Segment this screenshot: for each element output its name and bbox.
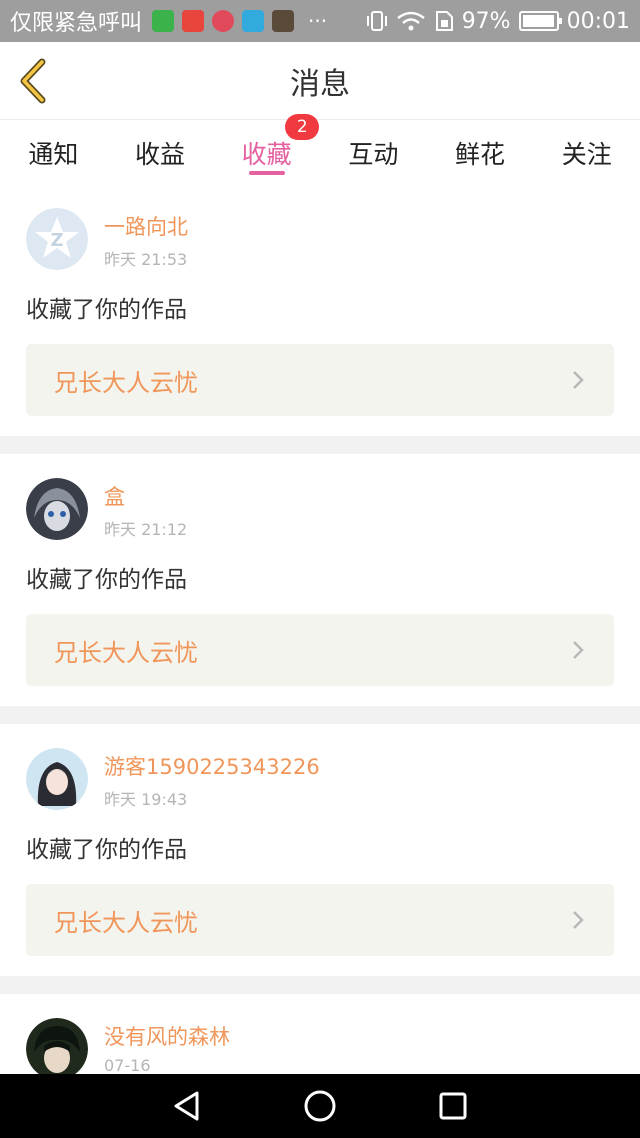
page-title: 消息 — [290, 66, 350, 102]
chevron-right-icon — [573, 911, 584, 929]
work-link[interactable]: 兄长大人云忧 — [26, 884, 614, 956]
user-name[interactable]: 没有风的森林 — [104, 1024, 230, 1050]
tab-label: 收藏 — [241, 140, 292, 169]
message-time: 昨天 21:12 — [104, 520, 188, 539]
user-name[interactable]: 盒 — [104, 484, 187, 510]
back-triangle-icon[interactable] — [167, 1086, 207, 1126]
back-button[interactable] — [14, 56, 54, 106]
ting-icon — [182, 10, 205, 32]
sim-icon — [435, 11, 453, 31]
vibrate-icon — [366, 11, 387, 31]
default-avatar-icon[interactable]: Z — [26, 208, 88, 270]
message-action: 收藏了你的作品 — [26, 837, 187, 863]
tab-bar: 通知 收益 收藏 2 互动 鲜花 关注 — [0, 114, 640, 183]
tab-label: 鲜花 — [455, 140, 506, 169]
work-title: 兄长大人云忧 — [54, 908, 198, 937]
separator — [0, 976, 640, 994]
notification-icons — [152, 10, 295, 32]
wechat-pay-icon — [152, 10, 175, 32]
wifi-icon — [396, 11, 425, 31]
work-title: 兄长大人云忧 — [54, 368, 198, 397]
recents-square-icon[interactable] — [433, 1086, 473, 1126]
message-card: 游客1590225343226 昨天 19:43 收藏了你的作品 兄长大人云忧 — [0, 724, 640, 976]
active-tab-indicator — [248, 171, 285, 175]
chevron-left-icon — [20, 58, 46, 104]
tab-notify[interactable]: 通知 — [0, 121, 107, 183]
live-icon — [212, 10, 235, 32]
clock: 00:01 — [566, 8, 630, 34]
message-card: 没有风的森林 07-16 — [0, 994, 640, 1074]
svg-text:Z: Z — [50, 230, 63, 251]
battery-icon — [518, 11, 562, 31]
home-circle-icon[interactable] — [300, 1086, 340, 1126]
nav-header: 消息 — [0, 42, 640, 120]
photo-icon — [272, 10, 295, 32]
chevron-right-icon — [573, 641, 584, 659]
user-name[interactable]: 游客1590225343226 — [104, 754, 320, 780]
overflow-dots: ··· — [308, 9, 328, 33]
user-name[interactable]: 一路向北 — [104, 214, 188, 240]
battery-percent: 97% — [461, 8, 511, 34]
tab-follow[interactable]: 关注 — [533, 121, 640, 183]
tab-favorites[interactable]: 收藏 2 — [213, 114, 320, 183]
tab-interact[interactable]: 互动 — [320, 121, 427, 183]
anime-avatar[interactable] — [26, 478, 88, 540]
system-nav-bar — [0, 1074, 640, 1138]
video-icon — [242, 10, 265, 32]
tab-label: 互动 — [348, 140, 399, 169]
message-action: 收藏了你的作品 — [26, 567, 187, 593]
message-time: 昨天 19:43 — [104, 790, 188, 809]
message-time: 07-16 — [104, 1056, 151, 1074]
work-link[interactable]: 兄长大人云忧 — [26, 344, 614, 416]
chevron-right-icon — [573, 371, 584, 389]
carrier-text: 仅限紧急呼叫 — [10, 11, 143, 36]
boy-avatar[interactable] — [26, 1018, 88, 1074]
separator — [0, 706, 640, 724]
unread-badge: 2 — [285, 114, 320, 140]
tab-flowers[interactable]: 鲜花 — [427, 121, 534, 183]
tab-label: 收益 — [135, 140, 186, 169]
work-link[interactable]: 兄长大人云忧 — [26, 614, 614, 686]
work-title: 兄长大人云忧 — [54, 638, 198, 667]
separator — [0, 436, 640, 454]
status-bar: 仅限紧急呼叫 ··· 97% 00:01 — [0, 0, 640, 42]
message-action: 收藏了你的作品 — [26, 297, 187, 323]
message-time: 昨天 21:53 — [104, 250, 188, 269]
tab-label: 关注 — [561, 140, 612, 169]
tab-earnings[interactable]: 收益 — [107, 121, 214, 183]
girl-avatar[interactable] — [26, 748, 88, 810]
message-card: Z 一路向北 昨天 21:53 收藏了你的作品 兄长大人云忧 — [0, 184, 640, 436]
message-list[interactable]: Z 一路向北 昨天 21:53 收藏了你的作品 兄长大人云忧 盒 昨天 21:1… — [0, 184, 640, 1074]
tab-label: 通知 — [28, 140, 79, 169]
message-card: 盒 昨天 21:12 收藏了你的作品 兄长大人云忧 — [0, 454, 640, 706]
